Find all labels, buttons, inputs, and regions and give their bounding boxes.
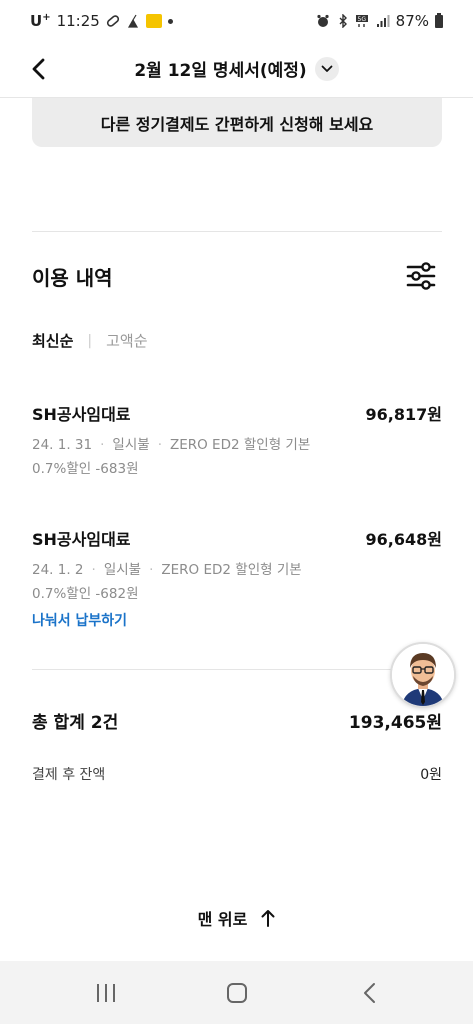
transaction-amount: 96,648원 <box>365 530 442 549</box>
sort-latest[interactable]: 최신순 <box>32 330 73 351</box>
sort-amount[interactable]: 고액순 <box>106 330 147 351</box>
filter-button[interactable] <box>404 259 438 293</box>
sliders-icon <box>406 262 436 290</box>
sort-options: 최신순 | 고액순 <box>32 330 148 351</box>
page-title: 2월 12일 명세서(예정) <box>134 61 307 81</box>
title-wrap[interactable]: 2월 12일 명세서(예정) <box>0 56 473 81</box>
carrier-label: U+ <box>30 12 51 30</box>
back-icon <box>364 983 375 1003</box>
meta-separator: · <box>157 437 162 453</box>
section-divider <box>32 231 442 232</box>
transaction-date: 24. 1. 2 <box>32 562 84 578</box>
assistant-avatar-button[interactable] <box>390 642 456 708</box>
scroll-to-top-button[interactable]: 맨 위로 <box>0 906 473 930</box>
discount-info: 0.7%할인 -682원 <box>32 586 139 602</box>
status-left: U+ 11:25 <box>30 12 173 30</box>
more-notifications-icon <box>167 18 173 24</box>
svg-text:5G: 5G <box>357 16 366 23</box>
balance-value: 0원 <box>420 767 442 783</box>
total-value: 193,465원 <box>348 713 442 733</box>
home-button[interactable] <box>217 979 257 1007</box>
meta-separator: · <box>100 437 105 453</box>
signal-icon <box>376 15 390 27</box>
total-label: 총 합계 2건 <box>32 713 119 733</box>
card-name: ZERO ED2 할인형 기본 <box>169 437 311 453</box>
balance-label: 결제 후 잔액 <box>32 767 106 783</box>
recurring-payment-promo[interactable]: 다른 정기결제도 간편하게 신청해 보세요 <box>32 98 442 147</box>
transaction-date: 24. 1. 31 <box>32 437 93 453</box>
recent-apps-icon <box>97 984 115 1002</box>
carrier-text: U <box>30 12 43 30</box>
sort-separator: | <box>87 332 93 349</box>
discount-info: 0.7%할인 -683원 <box>32 461 139 477</box>
payment-type: 일시불 <box>112 437 150 453</box>
system-nav-bar <box>0 961 473 1024</box>
meta-separator: · <box>91 562 96 578</box>
battery-percent: 87% <box>395 12 429 30</box>
scroll-to-top-label: 맨 위로 <box>197 910 248 929</box>
status-right: 5G 87% <box>316 12 443 30</box>
home-icon <box>227 983 247 1003</box>
alarm-icon <box>317 14 329 27</box>
notification-app-icon <box>145 14 162 28</box>
merchant-name: SH공사임대료 <box>32 530 131 549</box>
installment-payment-link[interactable]: 나눠서 납부하기 <box>32 610 127 630</box>
statement-dropdown-button[interactable] <box>314 56 339 81</box>
transaction-meta: 24. 1. 2 · 일시불 · ZERO ED2 할인형 기본 <box>32 558 302 578</box>
pill-icon <box>106 15 119 27</box>
status-bar: U+ 11:25 5G 87% <box>0 0 473 44</box>
card-name: ZERO ED2 할인형 기본 <box>161 562 302 578</box>
transaction-item[interactable]: SH공사임대료 96,648원 24. 1. 2 · 일시불 · ZERO ED2 할인… <box>32 526 442 636</box>
carrier-plus: + <box>42 12 51 23</box>
recent-apps-button[interactable] <box>86 979 126 1007</box>
status-time: 11:25 <box>56 12 100 30</box>
arrow-up-icon <box>261 910 275 927</box>
meta-separator: · <box>149 562 154 578</box>
transaction-item[interactable]: SH공사임대료 96,817원 24. 1. 31 · 일시불 · ZERO ED2 할… <box>32 401 442 481</box>
chevron-down-icon <box>321 65 333 72</box>
transaction-amount: 96,817원 <box>365 405 442 424</box>
bluetooth-icon <box>339 14 347 28</box>
transaction-meta: 24. 1. 31 · 일시불 · ZERO ED2 할인형 기본 <box>32 433 310 453</box>
merchant-name: SH공사임대료 <box>32 405 131 424</box>
broom-icon <box>127 14 138 28</box>
battery-icon <box>435 12 443 28</box>
summary-divider <box>32 669 442 670</box>
5g-icon: 5G <box>355 15 368 27</box>
avatar-icon <box>392 644 454 706</box>
payment-type: 일시불 <box>103 562 142 578</box>
usage-section-title: 이용 내역 <box>32 266 113 290</box>
system-back-button[interactable] <box>350 979 390 1007</box>
page-header: 2월 12일 명세서(예정) <box>0 44 473 98</box>
